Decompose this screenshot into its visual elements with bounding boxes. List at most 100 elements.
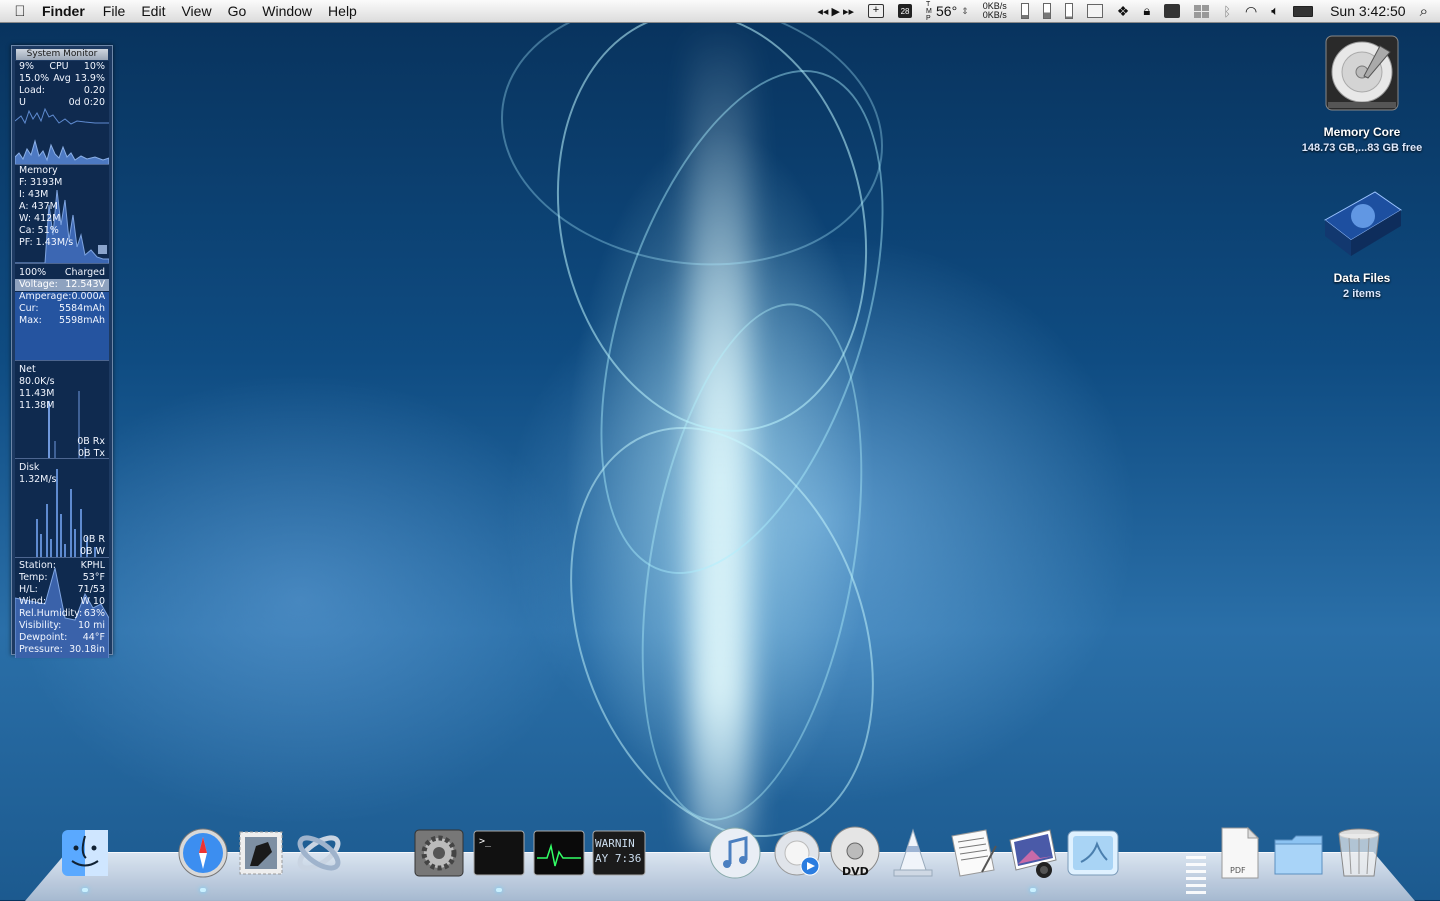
finder-icon bbox=[62, 830, 108, 876]
dock-item-trash[interactable] bbox=[1332, 826, 1386, 880]
wifi-icon[interactable]: ◠ bbox=[1238, 0, 1264, 22]
net-rx: 0B Rx bbox=[77, 436, 105, 447]
weather-humidity: 63% bbox=[83, 608, 105, 619]
dock-item-pdf-document[interactable]: PDF bbox=[1212, 826, 1266, 880]
spotlight-search-icon[interactable]: ⌕ bbox=[1416, 0, 1440, 22]
weather-hl-label: H/L: bbox=[19, 584, 38, 595]
volume-icon[interactable]: 🔈︎ bbox=[1264, 0, 1286, 22]
disk-meter-icon[interactable] bbox=[1058, 0, 1080, 22]
battery-percent: 100% bbox=[19, 267, 47, 278]
dock-item-preview[interactable] bbox=[1066, 826, 1120, 880]
lock-icon[interactable]: 🔒︎ bbox=[1136, 0, 1157, 22]
rotating-arrows-icon bbox=[297, 835, 341, 871]
apple-menu-icon[interactable]:  bbox=[0, 3, 40, 20]
cpu-load-value: 0.20 bbox=[83, 85, 105, 96]
battery-status-row: 100% Charged bbox=[15, 267, 109, 279]
memory-wired: W: 412M bbox=[19, 213, 61, 224]
dock-item-dvd-player[interactable]: DVD bbox=[828, 826, 882, 880]
calendar-icon[interactable]: 28 bbox=[891, 0, 919, 22]
add-icon[interactable]: + bbox=[861, 0, 891, 22]
disk-read: 0B R bbox=[82, 534, 105, 545]
weather-humidity-label: Rel.Humidity: bbox=[19, 608, 83, 619]
weather-dewpoint-label: Dewpoint: bbox=[19, 632, 68, 643]
weather-menu[interactable]: T M P 56° ⇕ bbox=[919, 0, 976, 22]
cpu-right: 10% bbox=[83, 61, 105, 72]
menu-help[interactable]: Help bbox=[320, 3, 365, 19]
weather-temp-row: Temp: 53°F bbox=[15, 572, 109, 584]
dock-item-mail[interactable] bbox=[234, 826, 288, 880]
cpu-avg-row: 15.0% Avg 13.9% bbox=[15, 73, 109, 85]
battery-cur: 5584mAh bbox=[59, 303, 105, 314]
battery-cur-row: Cur: 5584mAh bbox=[15, 303, 109, 315]
dock-item-iphoto[interactable] bbox=[1006, 826, 1060, 880]
menu-go[interactable]: Go bbox=[220, 3, 255, 19]
net-total-in: 11.43M bbox=[19, 388, 55, 399]
system-monitor-widget[interactable]: System Monitor 9% CPU 10% 15.0% Avg 13.9% Lo… bbox=[11, 45, 113, 658]
net-down-rate: 0KB/s bbox=[982, 10, 1007, 20]
dock-item-textedit[interactable] bbox=[946, 826, 1000, 880]
cpu-row: 9% CPU 10% bbox=[15, 61, 109, 73]
spaces-icon[interactable] bbox=[1187, 0, 1216, 22]
bluetooth-icon[interactable]: ᛒ bbox=[1216, 0, 1238, 22]
app-menu-finder[interactable]: Finder bbox=[40, 3, 95, 19]
dock-item-quicktime[interactable] bbox=[772, 826, 826, 880]
battery-icon[interactable] bbox=[1286, 0, 1320, 22]
battery-cur-label: Cur: bbox=[19, 303, 39, 314]
memory-label: Memory bbox=[19, 165, 58, 176]
network-rates[interactable]: 0KB/s 0KB/s bbox=[976, 0, 1014, 22]
weather-visibility-row: Visibility: 10 mi bbox=[15, 620, 109, 632]
disk-panel: Disk 1.32M/s 0B R 0B W bbox=[15, 459, 109, 558]
dock-item-safari[interactable] bbox=[176, 826, 230, 880]
photo-icon bbox=[1009, 829, 1057, 878]
weather-tmp-labels: TMP bbox=[926, 0, 932, 22]
weather-wind-label: Wind: bbox=[19, 596, 47, 607]
weather-station-label: Station: bbox=[19, 560, 56, 571]
dock-item-vlc[interactable] bbox=[886, 826, 940, 880]
trash-icon bbox=[1338, 828, 1380, 877]
menu-window[interactable]: Window bbox=[254, 3, 320, 19]
dock-item-itunes[interactable] bbox=[708, 826, 762, 880]
battery-voltage-row: Voltage: 12.543V bbox=[15, 279, 109, 291]
calendar-day: 28 bbox=[898, 4, 913, 18]
cpu-load-row: Load: 0.20 bbox=[15, 85, 109, 97]
vlc-cone-icon bbox=[893, 828, 933, 877]
battery-max-row: Max: 5598mAh bbox=[15, 315, 109, 327]
running-indicator-safari bbox=[200, 888, 206, 892]
display-icon[interactable] bbox=[1157, 0, 1187, 22]
dvd-icon: DVD bbox=[830, 826, 880, 878]
battery-panel: 100% Charged Voltage: 12.543V Amperage: 0.0… bbox=[15, 264, 109, 361]
cpu-meter-icon[interactable] bbox=[1014, 0, 1036, 22]
memory-meter-icon[interactable] bbox=[1036, 0, 1058, 22]
battery-amperage-row: Amperage: 0.000A bbox=[15, 291, 109, 303]
battery-max-label: Max: bbox=[19, 315, 42, 326]
menu-edit[interactable]: Edit bbox=[133, 3, 173, 19]
dropbox-icon[interactable]: ❖ bbox=[1110, 0, 1137, 22]
desktop-icon-data-files[interactable]: Data Files 2 items bbox=[1292, 186, 1432, 300]
menu-view[interactable]: View bbox=[173, 3, 219, 19]
weather-panel: Station: KPHL Temp: 53°F H/L: 71/53 Wind: W … bbox=[15, 558, 109, 658]
desktop-icon-memory-core[interactable]: Memory Core 148.73 GB,...83 GB free bbox=[1292, 32, 1432, 154]
cpu-avg-label: Avg bbox=[53, 73, 71, 84]
running-indicator-finder bbox=[82, 888, 88, 892]
dock-item-terminal[interactable]: >_ bbox=[472, 826, 526, 880]
widget-title: System Monitor bbox=[16, 49, 108, 60]
media-controls[interactable]: ◂◂ ▶ ▸▸ bbox=[810, 0, 861, 22]
weather-wind-row: Wind: W 10 bbox=[15, 596, 109, 608]
menu-file[interactable]: File bbox=[95, 3, 134, 19]
memory-active: A: 437M bbox=[19, 201, 58, 212]
desktop-icon-label: Data Files bbox=[1333, 271, 1391, 285]
menu-extras: ◂◂ ▶ ▸▸ + 28 T M P 56° ⇕ 0KB/s 0KB/s ❖ 🔒︎ ᛒ ◠… bbox=[810, 0, 1440, 22]
dock-item-applications-folder[interactable] bbox=[1272, 826, 1326, 880]
clock[interactable]: Sun 3:42:50 bbox=[1320, 0, 1416, 22]
itunes-icon bbox=[709, 827, 761, 879]
dock-item-finder[interactable] bbox=[58, 826, 112, 880]
dock-item-console[interactable]: WARNIN AY 7:36 A bbox=[592, 826, 646, 880]
cpu-load-label: Load: bbox=[19, 85, 45, 96]
dock-item-system-preferences[interactable] bbox=[412, 826, 466, 880]
battery-voltage-label: Voltage: bbox=[19, 279, 58, 290]
weather-station: KPHL bbox=[80, 560, 105, 571]
dock-item-sync[interactable] bbox=[292, 826, 346, 880]
dock-item-activity-monitor[interactable] bbox=[532, 826, 586, 880]
battery-voltage: 12.543V bbox=[65, 279, 105, 290]
battery-meter-icon[interactable] bbox=[1080, 0, 1110, 22]
